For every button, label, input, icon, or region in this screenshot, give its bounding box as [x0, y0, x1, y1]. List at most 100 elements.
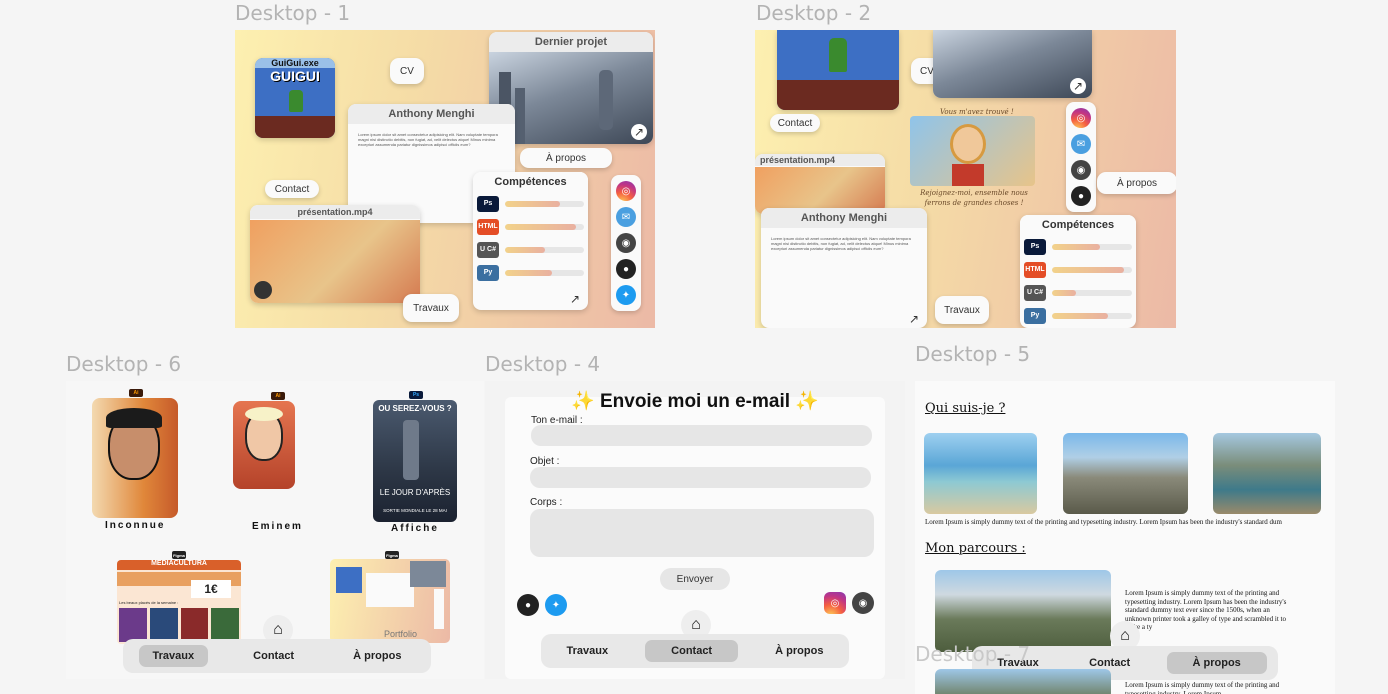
caption-top: Vous m'avez trouvé ! — [940, 108, 1014, 116]
about-button[interactable]: À propos — [1097, 172, 1176, 194]
game-title: GuiGui.exe — [255, 58, 335, 68]
name-title: Anthony Menghi — [761, 208, 927, 228]
figma-tag: Figma — [385, 551, 399, 559]
open-arrow-icon[interactable]: ↗ — [909, 312, 919, 326]
figma-tag: Figma — [172, 551, 186, 559]
open-arrow-icon[interactable]: ↗ — [631, 124, 647, 140]
mail-icon[interactable]: ✉ — [616, 207, 636, 227]
ground — [777, 80, 899, 110]
figma-canvas: Desktop - 1 GuiGui.exe GUIGUI CV Dernier… — [0, 0, 1388, 694]
name-title: Anthony Menghi — [348, 104, 515, 124]
portrait-inconnue[interactable] — [92, 398, 178, 518]
nav-contact[interactable]: Contact — [645, 640, 739, 662]
works-button[interactable]: Travaux — [935, 296, 989, 324]
body-field[interactable] — [530, 509, 874, 557]
site-mediacultura[interactable]: MEDIACULTURA 1€ Les beaux placés de la s… — [117, 560, 241, 644]
site1-title: MEDIACULTURA — [117, 560, 241, 570]
poster-date: SORTIE MONDIALE LE 28 MAI — [383, 508, 447, 513]
skill-bar-fill — [1052, 266, 1124, 273]
statue-liberty-image — [933, 30, 1092, 98]
html-css-js-icon: HTML — [477, 218, 499, 235]
frame-title-desktop-7[interactable]: Desktop - 7 — [915, 642, 1030, 666]
works-button[interactable]: Travaux — [403, 294, 459, 322]
skill-bar-fill — [505, 223, 577, 230]
send-button[interactable]: Envoyer — [660, 568, 730, 590]
video-card[interactable]: présentation.mp4 — [755, 154, 885, 214]
nav-a-propos[interactable]: À propos — [1166, 652, 1267, 674]
github-icon[interactable]: ● — [616, 259, 636, 279]
desktop-1-frame[interactable]: GuiGui.exe GUIGUI CV Dernier projet ↗ An… — [235, 30, 655, 328]
skills-card[interactable]: Compétences Ps HTML U C# Py — [1020, 215, 1136, 328]
ai-tag: Ai — [129, 389, 143, 397]
open-arrow-icon[interactable]: ↗ — [1070, 78, 1086, 94]
pixel-hero-icon — [829, 38, 847, 72]
desktop-2-frame[interactable]: CV ↗ Contact Vous m'avez trouvé ! Rejoig… — [755, 30, 1176, 328]
video-card[interactable]: présentation.mp4 — [250, 205, 420, 303]
nav-a-propos[interactable]: À propos — [339, 645, 415, 667]
nav-bar: Travaux Contact À propos — [541, 634, 849, 668]
ai-tag: Ai — [271, 392, 285, 400]
contact-button[interactable]: Contact — [770, 114, 820, 132]
last-project-title: Dernier projet — [489, 32, 653, 52]
skill-row: Ps — [1020, 235, 1136, 258]
game-card[interactable]: GuiGui.exe GUIGUI — [255, 58, 335, 138]
last-project-card[interactable]: ↗ — [933, 30, 1092, 98]
html-css-js-icon: HTML — [1024, 261, 1046, 278]
subject-field[interactable] — [530, 467, 871, 488]
spiral-icon[interactable]: ◉ — [852, 592, 874, 614]
name-card[interactable]: Anthony Menghi Lorem ipsum dolor sit ame… — [761, 208, 927, 328]
mail-icon[interactable]: ✉ — [1071, 134, 1091, 154]
instagram-icon[interactable]: ◎ — [1071, 108, 1091, 128]
email-field[interactable] — [531, 425, 872, 446]
skills-card[interactable]: Compétences Ps HTML U C# Py ↗ — [473, 172, 588, 310]
open-arrow-icon[interactable]: ↗ — [570, 292, 580, 306]
nav-contact[interactable]: Contact — [239, 645, 308, 667]
nav-travaux[interactable]: Travaux — [553, 640, 623, 662]
site1-price: 1€ — [191, 580, 231, 598]
desktop-6-frame[interactable]: Ai Inconnue Ai Eminem Ps OU SEREZ-VOUS ?… — [66, 381, 484, 679]
nav-travaux[interactable]: Travaux — [138, 645, 209, 667]
desktop-4-frame[interactable]: ✨ Envoie moi un e-mail ✨ Ton e-mail : Ob… — [485, 381, 905, 679]
instagram-icon[interactable]: ◎ — [824, 592, 846, 614]
skill-bar — [505, 200, 584, 207]
path-text-2: Lorem Ipsum is simply dummy text of the … — [1125, 681, 1280, 694]
skill-bar — [1052, 312, 1132, 319]
bio-text: Lorem ipsum dolor sit amet consectetur a… — [771, 236, 911, 251]
skill-bar — [505, 223, 584, 230]
frame-title-desktop-6[interactable]: Desktop - 6 — [66, 352, 181, 376]
skill-bar-fill — [1052, 312, 1108, 319]
path-text: Lorem Ipsum is simply dummy text of the … — [1125, 589, 1287, 631]
skill-row: Py — [473, 261, 588, 284]
spiral-icon[interactable]: ◉ — [616, 233, 636, 253]
video-title: présentation.mp4 — [755, 154, 885, 166]
github-icon[interactable]: ● — [1071, 186, 1091, 206]
spiral-icon[interactable]: ◉ — [1071, 160, 1091, 180]
bio-text: Lorem ipsum dolor sit amet consectetur a… — [358, 132, 498, 147]
portrait-eminem[interactable] — [233, 401, 295, 489]
frame-title-desktop-2[interactable]: Desktop - 2 — [756, 1, 871, 25]
photo-beach — [924, 433, 1037, 514]
video-title: présentation.mp4 — [250, 205, 420, 219]
caption-bottom: Rejoignez-moi, ensemble nous ferrons de … — [920, 189, 1028, 207]
twitter-icon[interactable]: ✦ — [616, 285, 636, 305]
pixel-hero-icon — [289, 90, 303, 112]
instagram-icon[interactable]: ◎ — [616, 181, 636, 201]
frame-title-desktop-1[interactable]: Desktop - 1 — [235, 1, 350, 25]
social-links: ◎ ✉ ◉ ● ✦ — [611, 175, 641, 311]
github-icon[interactable]: ● — [517, 594, 539, 616]
about-button[interactable]: À propos — [520, 148, 612, 168]
path-heading: Mon parcours : — [925, 541, 1026, 556]
cv-button[interactable]: CV — [390, 58, 424, 84]
frame-title-desktop-4[interactable]: Desktop - 4 — [485, 352, 600, 376]
frame-title-desktop-5[interactable]: Desktop - 5 — [915, 342, 1030, 366]
twitter-icon[interactable]: ✦ — [545, 594, 567, 616]
ground — [255, 116, 335, 138]
poster-affiche[interactable]: OU SEREZ-VOUS ? LE JOUR D'APRÈS SORTIE M… — [373, 400, 457, 522]
nav-a-propos[interactable]: À propos — [761, 640, 837, 662]
game-card[interactable] — [777, 30, 899, 110]
video-thumbnail — [755, 167, 885, 214]
poster-title: LE JOUR D'APRÈS — [379, 488, 451, 497]
contact-button[interactable]: Contact — [265, 180, 319, 198]
who-heading: Qui suis-je ? — [925, 401, 1006, 416]
site-portfolio[interactable]: Portfolio — [330, 559, 450, 643]
